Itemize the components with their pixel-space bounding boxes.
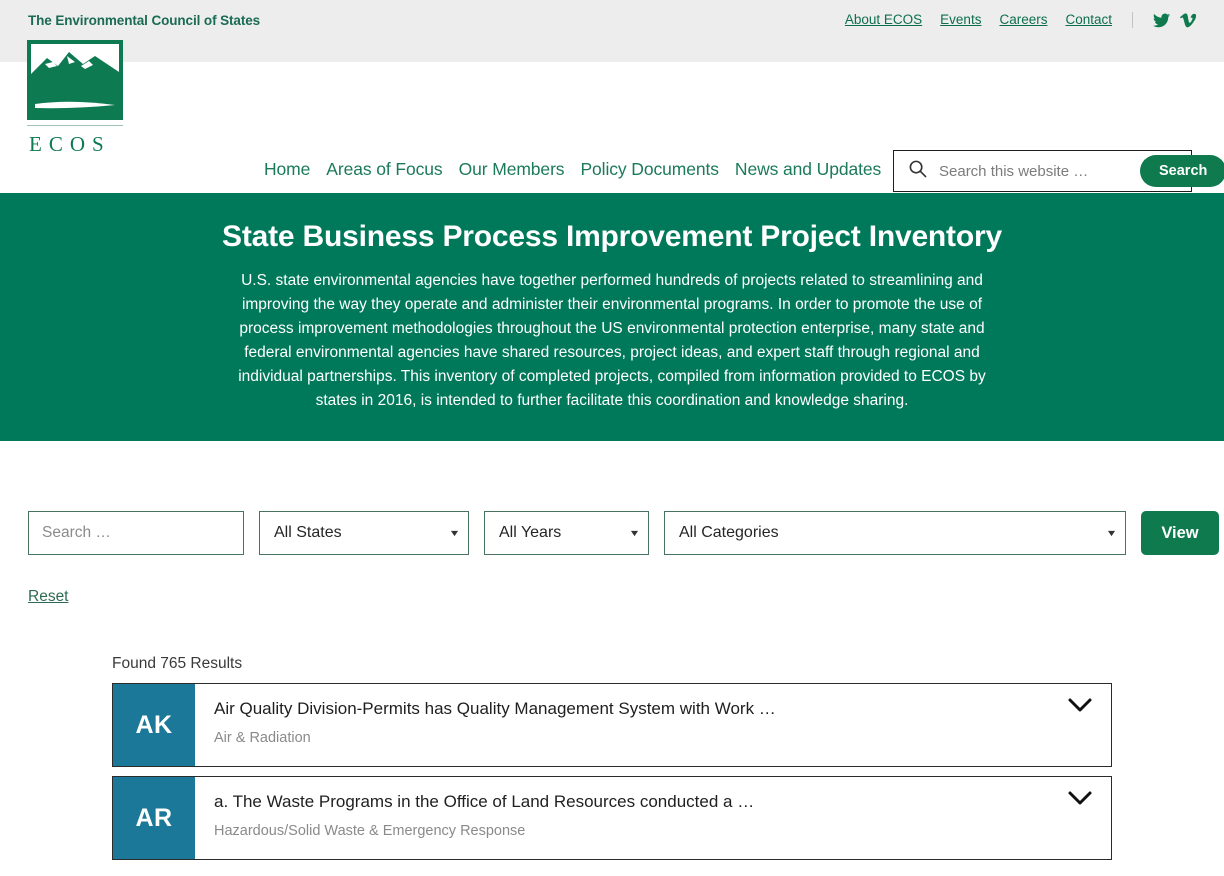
nav-item-our-members[interactable]: Our Members xyxy=(459,159,565,180)
page-title: State Business Process Improvement Proje… xyxy=(222,220,1002,253)
utility-link-about-ecos[interactable]: About ECOS xyxy=(845,13,922,27)
result-title: Air Quality Division-Permits has Quality… xyxy=(214,699,776,719)
states-dropdown-value: All States xyxy=(274,524,342,542)
nav-item-policy-documents[interactable]: Policy Documents xyxy=(580,159,719,180)
search-icon xyxy=(908,159,927,183)
years-dropdown[interactable]: All Years ▼ xyxy=(484,511,649,556)
utility-bar: The Environmental Council of States Abou… xyxy=(0,0,1224,62)
categories-dropdown[interactable]: All Categories ▼ xyxy=(664,511,1126,556)
vimeo-icon[interactable] xyxy=(1180,12,1196,28)
result-row[interactable]: AR a. The Waste Programs in the Office o… xyxy=(112,776,1112,861)
state-badge: AK xyxy=(113,684,195,767)
main-navigation: Home Areas of Focus Our Members Policy D… xyxy=(264,159,881,180)
view-button[interactable]: View xyxy=(1141,511,1219,556)
filter-bar: All States ▼ All Years ▼ All Categories … xyxy=(0,441,1224,556)
results-list: AK Air Quality Division-Permits has Qual… xyxy=(0,673,1224,861)
reset-link[interactable]: Reset xyxy=(28,588,69,605)
years-dropdown-value: All Years xyxy=(499,524,562,542)
social-links xyxy=(1153,12,1196,28)
header-search-button[interactable]: Search xyxy=(1140,155,1224,187)
chevron-down-icon: ▼ xyxy=(628,527,641,538)
results-count: Found 765 Results xyxy=(112,655,243,673)
result-row[interactable]: AK Air Quality Division-Permits has Qual… xyxy=(112,683,1112,768)
header-search: Search xyxy=(893,150,1224,192)
logo-divider xyxy=(27,125,123,126)
categories-dropdown-value: All Categories xyxy=(679,524,779,542)
utility-link-contact[interactable]: Contact xyxy=(1065,13,1112,27)
chevron-down-icon: ▼ xyxy=(448,527,461,538)
hero-description: U.S. state environmental agencies have t… xyxy=(238,272,986,410)
nav-item-home[interactable]: Home xyxy=(264,159,310,180)
utility-link-careers[interactable]: Careers xyxy=(999,13,1047,27)
divider xyxy=(1132,12,1133,28)
utility-links: About ECOS Events Careers Contact xyxy=(845,12,1196,28)
state-badge: AR xyxy=(113,777,195,860)
ecos-emblem-icon xyxy=(27,40,123,120)
site-logo[interactable]: ECOS xyxy=(27,40,123,157)
utility-link-events[interactable]: Events xyxy=(940,13,981,27)
chevron-down-icon[interactable] xyxy=(1067,697,1093,718)
result-category: Hazardous/Solid Waste & Emergency Respon… xyxy=(214,823,526,840)
result-title: a. The Waste Programs in the Office of L… xyxy=(214,792,755,812)
logo-wordmark: ECOS xyxy=(29,132,111,156)
twitter-icon[interactable] xyxy=(1153,13,1170,28)
result-category: Air & Radiation xyxy=(214,730,311,747)
filter-search-input[interactable] xyxy=(28,511,244,556)
site-tagline: The Environmental Council of States xyxy=(28,13,261,28)
states-dropdown[interactable]: All States ▼ xyxy=(259,511,469,556)
hero-banner: State Business Process Improvement Proje… xyxy=(0,193,1224,442)
result-content: Air Quality Division-Permits has Quality… xyxy=(195,684,1111,766)
site-header: ECOS Home Areas of Focus Our Members Pol… xyxy=(0,40,1224,193)
nav-item-areas-of-focus[interactable]: Areas of Focus xyxy=(326,159,442,180)
reset-row: Reset xyxy=(0,555,1224,606)
nav-item-news-and-updates[interactable]: News and Updates xyxy=(735,159,881,180)
header-search-input[interactable] xyxy=(937,161,1140,181)
result-content: a. The Waste Programs in the Office of L… xyxy=(195,777,1111,859)
chevron-down-icon: ▼ xyxy=(1105,527,1118,538)
chevron-down-icon[interactable] xyxy=(1067,790,1093,811)
